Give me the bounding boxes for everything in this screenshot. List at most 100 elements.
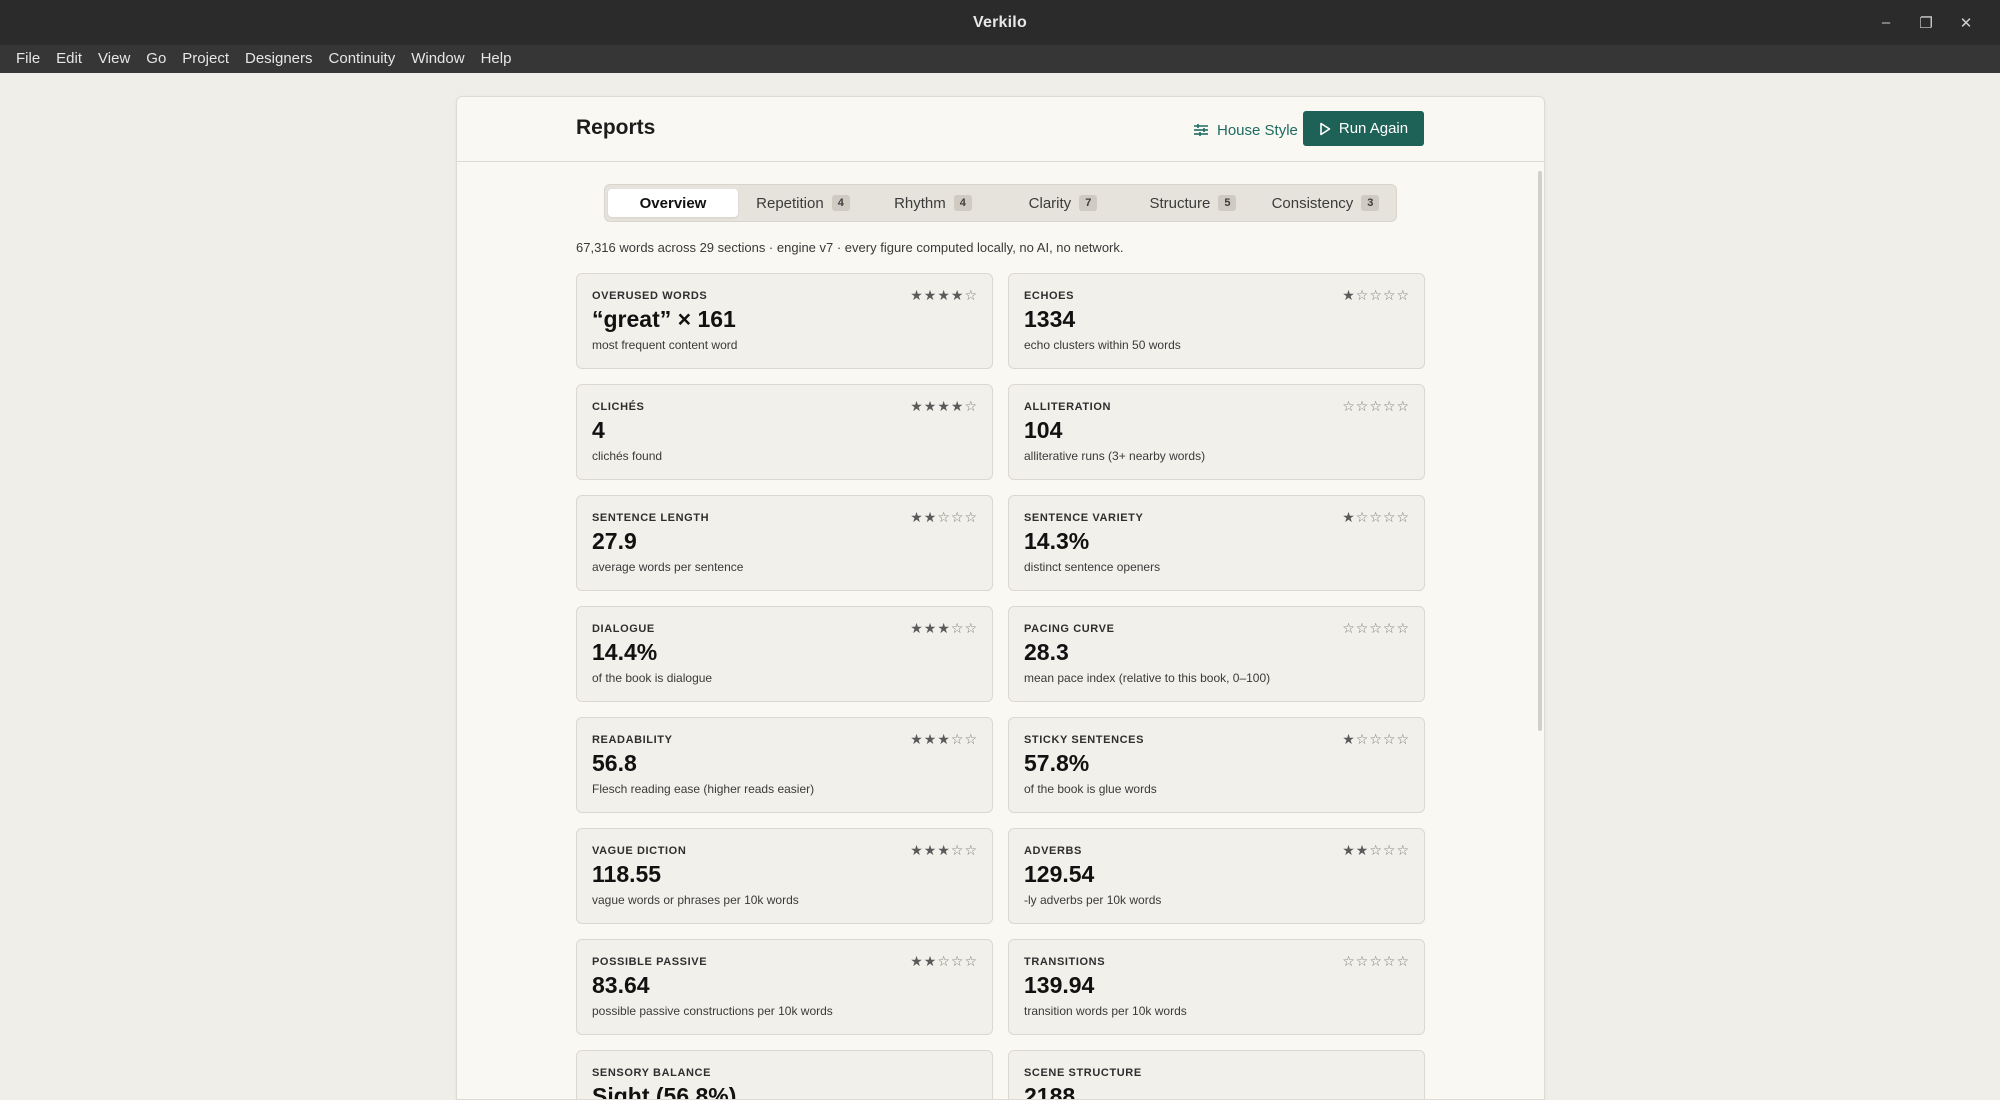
metric-card[interactable]: STICKY SENTENCES 57.8% of the book is glue…: [1008, 717, 1425, 813]
metric-card[interactable]: SENTENCE LENGTH 27.9 average words per sen…: [576, 495, 993, 591]
menu-project[interactable]: Project: [174, 45, 237, 73]
menu-view[interactable]: View: [90, 45, 138, 73]
tab-count-badge: 5: [1218, 195, 1237, 211]
star-empty-icon: ☆: [964, 953, 978, 969]
star-empty-icon: ☆: [1382, 953, 1397, 969]
star-empty-icon: ☆: [950, 620, 965, 636]
star-empty-icon: ☆: [1369, 842, 1383, 858]
star-rating: ★★★★☆: [910, 287, 978, 304]
star-filled-icon: ★: [937, 731, 951, 747]
star-empty-icon: ☆: [1396, 842, 1410, 858]
metric-description: echo clusters within 50 words: [1024, 338, 1181, 352]
minimize-icon[interactable]: –: [1866, 0, 1906, 45]
star-filled-icon: ★: [910, 620, 924, 636]
star-empty-icon: ☆: [1355, 287, 1370, 303]
tab-consistency[interactable]: Consistency 3: [1258, 189, 1393, 217]
star-filled-icon: ★: [1342, 842, 1356, 858]
scrollbar[interactable]: [1538, 171, 1542, 731]
menu-edit[interactable]: Edit: [48, 45, 90, 73]
star-empty-icon: ☆: [1396, 509, 1410, 525]
star-empty-icon: ☆: [1382, 287, 1397, 303]
tab-overview[interactable]: Overview: [608, 189, 738, 217]
star-rating: ★☆☆☆☆: [1342, 287, 1410, 304]
menu-help[interactable]: Help: [473, 45, 520, 73]
star-filled-icon: ★: [923, 287, 938, 303]
metric-description: clichés found: [592, 449, 663, 463]
metric-card[interactable]: DIALOGUE 14.4% of the book is dialogue ★★★☆…: [576, 606, 993, 702]
star-empty-icon: ☆: [950, 953, 965, 969]
house-style-label: House Style: [1217, 121, 1298, 139]
star-empty-icon: ☆: [1355, 509, 1370, 525]
tab-count-badge: 4: [953, 195, 972, 211]
star-empty-icon: ☆: [964, 731, 978, 747]
metric-value: 139.94: [1024, 972, 1095, 998]
metric-label: ECHOES: [1024, 290, 1075, 302]
metric-card[interactable]: SCENE STRUCTURE 2188: [1008, 1050, 1425, 1099]
metric-label: OVERUSED WORDS: [592, 290, 708, 302]
star-empty-icon: ☆: [1382, 620, 1397, 636]
run-again-label: Run Again: [1338, 120, 1409, 137]
sliders-icon: [1194, 124, 1208, 136]
star-empty-icon: ☆: [964, 398, 978, 414]
menu-continuity[interactable]: Continuity: [321, 45, 404, 73]
star-rating: ★☆☆☆☆: [1342, 509, 1410, 526]
page-title: Reports: [576, 116, 656, 139]
star-empty-icon: ☆: [1369, 731, 1383, 747]
menu-go[interactable]: Go: [138, 45, 174, 73]
play-icon: [1320, 122, 1331, 135]
restore-icon[interactable]: ❐: [1906, 0, 1946, 45]
metric-value: 129.54: [1024, 861, 1095, 887]
menu-designers[interactable]: Designers: [237, 45, 321, 73]
menu-bar: File Edit View Go Project Designers Cont…: [0, 45, 2000, 73]
run-again-button[interactable]: Run Again: [1303, 111, 1424, 146]
menu-window[interactable]: Window: [403, 45, 472, 73]
star-filled-icon: ★: [937, 398, 951, 414]
star-empty-icon: ☆: [964, 287, 978, 303]
star-empty-icon: ☆: [1369, 953, 1383, 969]
metric-card[interactable]: ADVERBS 129.54 -ly adverbs per 10k words ★★…: [1008, 828, 1425, 924]
star-empty-icon: ☆: [1355, 731, 1370, 747]
metric-card[interactable]: POSSIBLE PASSIVE 83.64 possible passive co…: [576, 939, 993, 1035]
metric-card[interactable]: TRANSITIONS 139.94 transition words per 10…: [1008, 939, 1425, 1035]
metric-card[interactable]: READABILITY 56.8 Flesch reading ease (high…: [576, 717, 993, 813]
title-bar: Verkilo – ❐ ✕: [0, 0, 2000, 45]
metric-label: POSSIBLE PASSIVE: [592, 956, 708, 968]
metric-card[interactable]: CLICHÉS 4 clichés found ★★★★☆: [576, 384, 993, 480]
star-rating: ★★★☆☆: [910, 620, 978, 637]
metric-card[interactable]: ALLITERATION 104 alliterative runs (3+ nea…: [1008, 384, 1425, 480]
metric-description: average words per sentence: [592, 560, 744, 574]
star-empty-icon: ☆: [964, 509, 978, 525]
metric-description: distinct sentence openers: [1024, 560, 1161, 574]
metric-value: 14.3%: [1024, 528, 1090, 554]
star-empty-icon: ☆: [1342, 953, 1356, 969]
star-filled-icon: ★: [1342, 287, 1356, 303]
tab-structure[interactable]: Structure 5: [1128, 189, 1258, 217]
close-icon[interactable]: ✕: [1946, 0, 1986, 45]
metric-card[interactable]: PACING CURVE 28.3 mean pace index (relativ…: [1008, 606, 1425, 702]
star-empty-icon: ☆: [950, 731, 965, 747]
tab-label: Clarity: [1028, 194, 1072, 212]
star-rating: ★★☆☆☆: [1342, 842, 1410, 859]
metric-card[interactable]: ECHOES 1334 echo clusters within 50 words ★…: [1008, 273, 1425, 369]
window-controls: – ❐ ✕: [1866, 0, 1986, 45]
star-filled-icon: ★: [910, 398, 924, 414]
tab-label: Overview: [639, 194, 707, 212]
star-empty-icon: ☆: [1396, 731, 1410, 747]
metric-card[interactable]: VAGUE DICTION 118.55 vague words or phrase…: [576, 828, 993, 924]
metric-card[interactable]: SENTENCE VARIETY 14.3% distinct sentence o…: [1008, 495, 1425, 591]
tab-clarity[interactable]: Clarity 7: [998, 189, 1128, 217]
star-filled-icon: ★: [1342, 509, 1356, 525]
metric-card[interactable]: SENSORY BALANCE Sight (56.8%): [576, 1050, 993, 1099]
star-empty-icon: ☆: [1382, 842, 1397, 858]
metric-description: alliterative runs (3+ nearby words): [1024, 449, 1206, 463]
metric-label: SENTENCE LENGTH: [592, 512, 710, 524]
star-empty-icon: ☆: [964, 620, 978, 636]
metric-card[interactable]: OVERUSED WORDS “great” × 161 most frequent…: [576, 273, 993, 369]
house-style-button[interactable]: House Style: [1183, 113, 1308, 147]
metric-description: most frequent content word: [592, 338, 738, 352]
tab-rhythm[interactable]: Rhythm 4: [868, 189, 998, 217]
star-empty-icon: ☆: [1382, 509, 1397, 525]
star-filled-icon: ★: [950, 398, 965, 414]
tab-repetition[interactable]: Repetition 4: [738, 189, 868, 217]
menu-file[interactable]: File: [8, 45, 48, 73]
